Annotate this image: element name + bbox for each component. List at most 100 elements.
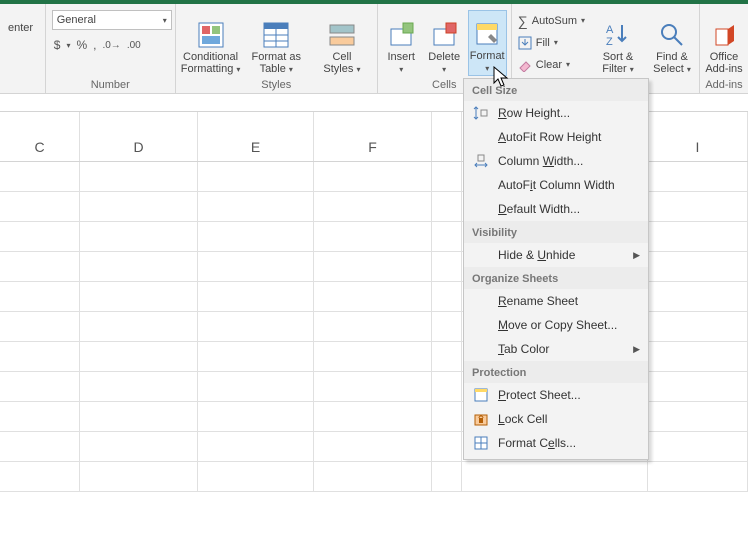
delete-button[interactable]: Delete▾ [425, 10, 464, 76]
cell[interactable] [80, 402, 198, 431]
clear-button[interactable]: Clear ▾ [516, 55, 587, 75]
cell[interactable] [0, 192, 80, 221]
cell[interactable] [648, 372, 748, 401]
column-header[interactable]: F [314, 112, 432, 161]
cell[interactable] [432, 462, 462, 491]
cell[interactable] [0, 432, 80, 461]
accounting-format-button[interactable]: $ [54, 38, 61, 52]
cell[interactable] [462, 462, 648, 491]
cell[interactable] [198, 432, 314, 461]
cell[interactable] [432, 372, 462, 401]
cell[interactable] [80, 282, 198, 311]
decrease-decimal-button[interactable]: .00 [127, 40, 141, 51]
cell[interactable] [314, 222, 432, 251]
menu-hide-unhide[interactable]: Hide & Unhide ▶ [464, 243, 648, 267]
column-header[interactable]: I [648, 112, 748, 161]
cell[interactable] [0, 372, 80, 401]
cell[interactable] [314, 162, 432, 191]
cell[interactable] [432, 252, 462, 281]
format-button[interactable]: Format▾ [468, 10, 507, 76]
cell[interactable] [314, 342, 432, 371]
autosum-button[interactable]: ∑ AutoSum ▾ [516, 11, 587, 31]
cell[interactable] [648, 162, 748, 191]
cell[interactable] [80, 252, 198, 281]
menu-column-width[interactable]: Column Width... [464, 149, 648, 173]
cell[interactable] [198, 342, 314, 371]
cell[interactable] [198, 282, 314, 311]
cell[interactable] [648, 342, 748, 371]
cell[interactable] [314, 402, 432, 431]
cell[interactable] [80, 312, 198, 341]
cell[interactable] [432, 342, 462, 371]
cell[interactable] [432, 402, 462, 431]
menu-autofit-row-height[interactable]: AutoFit Row Height [464, 125, 648, 149]
cell[interactable] [0, 402, 80, 431]
menu-format-cells[interactable]: Format Cells... [464, 431, 648, 455]
cell[interactable] [80, 462, 198, 491]
cell[interactable] [648, 432, 748, 461]
cell[interactable] [0, 162, 80, 191]
percent-format-button[interactable]: % [76, 38, 87, 52]
menu-default-width[interactable]: Default Width... [464, 197, 648, 221]
cell[interactable] [0, 312, 80, 341]
menu-row-height[interactable]: Row Height... [464, 101, 648, 125]
cell[interactable] [80, 432, 198, 461]
sort-filter-button[interactable]: AZ Sort &Filter ▾ [595, 10, 641, 76]
menu-autofit-column-width[interactable]: AutoFit Column Width [464, 173, 648, 197]
menu-tab-color[interactable]: Tab Color ▶ [464, 337, 648, 361]
cell[interactable] [198, 402, 314, 431]
cell[interactable] [198, 222, 314, 251]
cell[interactable] [432, 312, 462, 341]
menu-move-copy-sheet[interactable]: Move or Copy Sheet... [464, 313, 648, 337]
cell[interactable] [314, 192, 432, 221]
cell[interactable] [648, 282, 748, 311]
cell[interactable] [0, 252, 80, 281]
cell[interactable] [80, 162, 198, 191]
cell[interactable] [648, 462, 748, 491]
cell[interactable] [198, 252, 314, 281]
cell[interactable] [648, 252, 748, 281]
cell[interactable] [198, 162, 314, 191]
conditional-formatting-button[interactable]: ConditionalFormatting ▾ [180, 10, 242, 76]
cell[interactable] [0, 342, 80, 371]
cell[interactable] [314, 282, 432, 311]
cell[interactable] [314, 372, 432, 401]
menu-lock-cell[interactable]: Lock Cell [464, 407, 648, 431]
find-select-button[interactable]: Find &Select ▾ [649, 10, 695, 76]
office-addins-button[interactable]: OfficeAdd-ins [704, 10, 744, 76]
cell[interactable] [80, 222, 198, 251]
menu-protect-sheet[interactable]: Protect Sheet... [464, 383, 648, 407]
cell[interactable] [80, 192, 198, 221]
column-header[interactable]: C [0, 112, 80, 161]
comma-format-button[interactable]: , [93, 38, 96, 52]
cell-styles-button[interactable]: CellStyles ▾ [311, 10, 373, 76]
column-header[interactable]: E [198, 112, 314, 161]
column-header[interactable]: D [80, 112, 198, 161]
insert-button[interactable]: Insert▾ [382, 10, 421, 76]
cell[interactable] [648, 192, 748, 221]
merge-center-button[interactable]: enter [4, 20, 37, 36]
number-format-select[interactable]: General ▾ [52, 10, 172, 30]
cell[interactable] [198, 312, 314, 341]
cell[interactable] [198, 462, 314, 491]
cell[interactable] [0, 222, 80, 251]
cell[interactable] [80, 342, 198, 371]
cell[interactable] [0, 282, 80, 311]
cell[interactable] [432, 222, 462, 251]
cell[interactable] [314, 462, 432, 491]
cell[interactable] [198, 372, 314, 401]
cell[interactable] [314, 312, 432, 341]
column-header[interactable] [432, 112, 462, 161]
cell[interactable] [648, 402, 748, 431]
cell[interactable] [0, 462, 80, 491]
increase-decimal-button[interactable]: .0→ [102, 40, 120, 51]
cell[interactable] [648, 222, 748, 251]
menu-rename-sheet[interactable]: Rename Sheet [464, 289, 648, 313]
cell[interactable] [432, 192, 462, 221]
cell[interactable] [314, 252, 432, 281]
cell[interactable] [314, 432, 432, 461]
cell[interactable] [648, 312, 748, 341]
cell[interactable] [432, 432, 462, 461]
fill-button[interactable]: Fill ▾ [516, 33, 587, 53]
cell[interactable] [80, 372, 198, 401]
